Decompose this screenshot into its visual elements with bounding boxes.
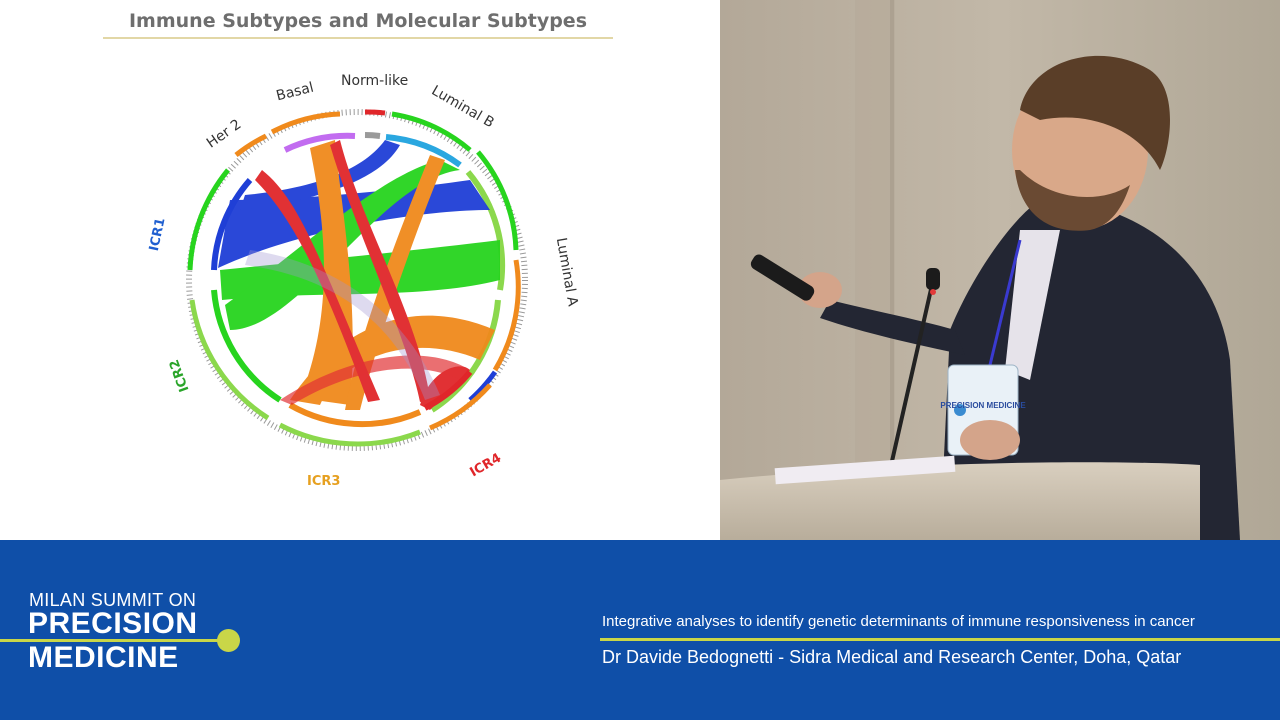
badge-text: PRECISION MEDICINE	[940, 401, 1026, 410]
chords	[218, 140, 500, 410]
label-icr3: ICR3	[307, 474, 341, 489]
speaker-scene: PRECISION MEDICINE	[720, 0, 1280, 540]
speaker-video: PRECISION MEDICINE	[720, 0, 1280, 540]
lower-banner: MILAN SUMMIT ON PRECISION MEDICINE Integ…	[0, 540, 1280, 720]
logo-line3: MEDICINE	[28, 641, 179, 674]
talk-title: Integrative analyses to identify genetic…	[602, 613, 1195, 630]
logo-accent-dot	[217, 629, 240, 652]
talk-title-rule	[600, 638, 1280, 641]
presentation-slide: Immune Subtypes and Molecular Subtypes B…	[0, 0, 720, 540]
logo-line2: PRECISION	[28, 607, 198, 640]
label-norm-like: Norm-like	[341, 73, 409, 89]
speaker-caption: Dr Davide Bedognetti - Sidra Medical and…	[602, 647, 1182, 667]
